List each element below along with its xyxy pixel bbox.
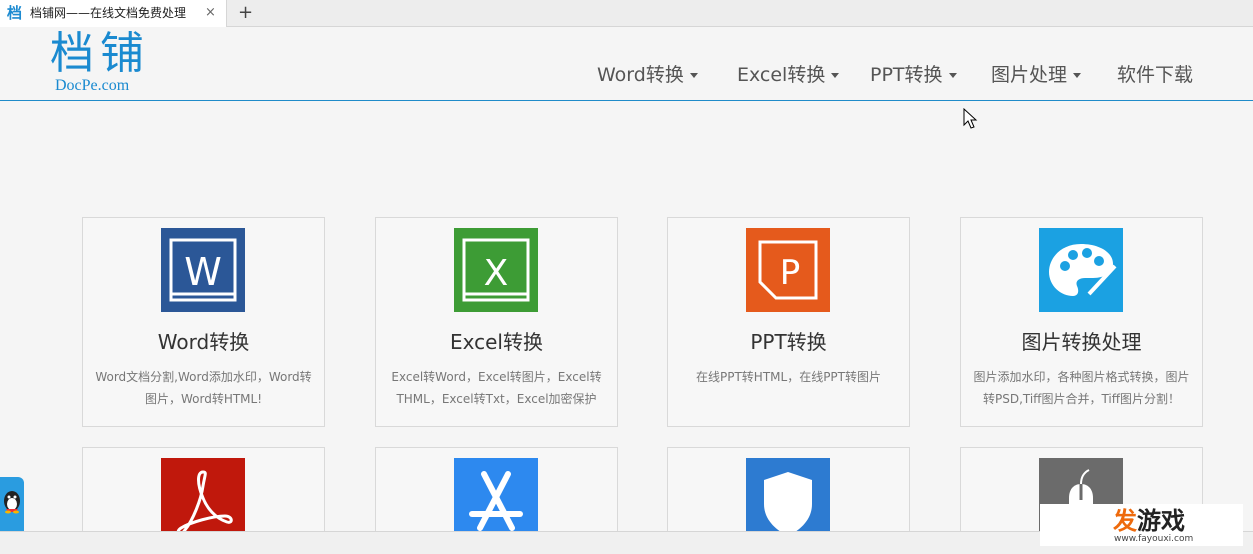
card-description: Excel转Word，Excel转图片，Excel转THML，Excel转Txt… [391,370,602,406]
ppt-icon: P [746,228,830,312]
watermark-logo: 发游戏 www.fayouxi.com [1040,504,1243,546]
nav-image-label: 图片处理 [991,64,1068,86]
nav-software-download[interactable]: 软件下载 [1117,63,1193,87]
mouse-cursor-icon [963,108,978,129]
site-logo[interactable]: 档铺 [50,28,150,80]
svg-text:W: W [184,250,222,294]
card-title: Word转换 [157,330,250,354]
svg-text:P: P [780,253,801,293]
card-app-store[interactable] [375,447,618,542]
nav-word[interactable]: Word转换 [597,63,698,87]
card-excel[interactable]: X Excel转换 Excel转Word，Excel转图片，Excel转THML… [375,217,618,427]
palette-icon [1039,228,1123,312]
browser-tab[interactable]: 档 档铺网——在线文档免费处理 × [0,0,227,27]
site-logo-domain[interactable]: DocPe.com [55,77,129,95]
excel-icon: X [454,228,538,312]
card-ppt[interactable]: P PPT转换 在线PPT转HTML，在线PPT转图片 [667,217,910,427]
nav-excel-label: Excel转换 [737,64,826,86]
chevron-down-icon [831,73,840,78]
site-favicon-icon: 档 [7,4,23,22]
pdf-icon [161,458,245,542]
chevron-down-icon [689,73,698,78]
card-word[interactable]: W Word转换 Word文档分割,Word添加水印，Word转图片，Word转… [82,217,325,427]
nav-software-label: 软件下载 [1117,64,1194,86]
card-title: 图片转换处理 [1021,330,1142,354]
card-description: 图片添加水印，各种图片格式转换，图片转PSD,Tiff图片合并，Tiff图片分割… [973,370,1190,406]
watermark-title: 发游戏 [1113,508,1185,534]
nav-image[interactable]: 图片处理 [991,63,1082,87]
card-security[interactable] [667,447,910,542]
watermark-rest: 游戏 [1137,507,1185,535]
watermark-url: www.fayouxi.com [1114,534,1194,544]
qq-penguin-icon [4,491,20,514]
app-store-icon [454,458,538,542]
card-description: Word文档分割,Word添加水印，Word转图片，Word转HTML! [95,370,312,406]
new-tab-button[interactable]: + [238,2,253,24]
nav-ppt-label: PPT转换 [870,64,943,86]
chevron-down-icon [1073,73,1082,78]
card-description: 在线PPT转HTML，在线PPT转图片 [696,370,881,384]
chevron-down-icon [948,73,957,78]
nav-excel[interactable]: Excel转换 [737,63,840,87]
watermark-fa: 发 [1113,507,1137,535]
tab-close-icon[interactable]: × [205,5,216,21]
word-icon: W [161,228,245,312]
card-title: Excel转换 [450,330,543,354]
nav-word-label: Word转换 [597,64,684,86]
card-pdf[interactable] [82,447,325,542]
qq-chat-widget[interactable] [0,477,24,537]
tab-title: 档铺网——在线文档免费处理 [30,6,187,20]
browser-tab-bar: 档 档铺网——在线文档免费处理 × + [0,0,1253,27]
nav-ppt[interactable]: PPT转换 [870,63,957,87]
card-title: PPT转换 [750,330,827,354]
shield-icon [746,458,830,542]
card-image[interactable]: 图片转换处理 图片添加水印，各种图片格式转换，图片转PSD,Tiff图片合并，T… [960,217,1203,427]
site-header: 档铺 DocPe.com Word转换 Excel转换 PPT转换 图片处理 软… [0,27,1253,101]
svg-text:X: X [484,253,509,294]
